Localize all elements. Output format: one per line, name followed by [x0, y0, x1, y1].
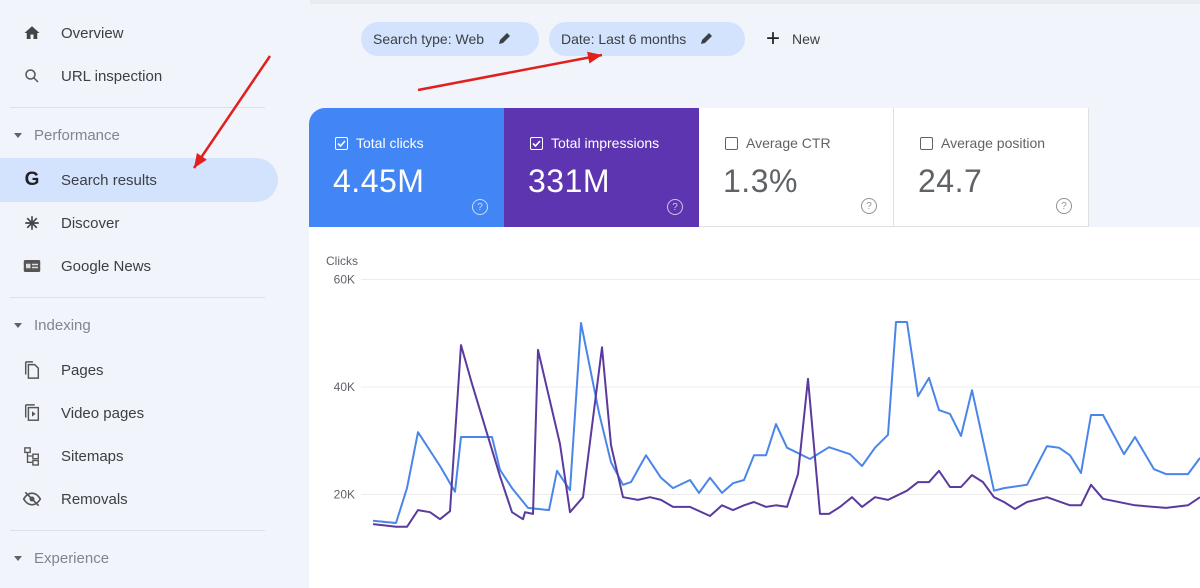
new-filter-button[interactable]: + New: [766, 26, 820, 52]
sitemap-icon: [22, 446, 42, 466]
y-tick-label: 20K: [334, 488, 355, 502]
checkbox-checked-icon[interactable]: [335, 137, 348, 150]
plus-icon: +: [766, 25, 781, 52]
caret-down-icon: [14, 133, 22, 138]
metric-card-average-ctr[interactable]: Average CTR 1.3% ?: [699, 108, 894, 227]
news-icon: [22, 256, 42, 276]
help-icon[interactable]: ?: [667, 199, 683, 215]
metric-value: 4.45M: [333, 163, 425, 199]
y-axis-label: Clicks: [326, 254, 358, 268]
line-chart: Clicks 20K 40K 60K: [326, 254, 1200, 528]
sidebar-item-label: Removals: [61, 490, 128, 508]
search-icon: [22, 66, 42, 86]
sidebar-item-discover[interactable]: Discover: [0, 201, 278, 245]
sidebar-item-video-pages[interactable]: Video pages: [0, 391, 278, 435]
checkbox-unchecked-icon[interactable]: [920, 137, 933, 150]
checkbox-unchecked-icon[interactable]: [725, 137, 738, 150]
performance-chart: Clicks 20K 40K 60K: [309, 227, 1200, 588]
pencil-icon: [701, 33, 713, 44]
section-title: Performance: [34, 127, 120, 144]
section-experience[interactable]: Experience: [14, 550, 109, 567]
y-tick-label: 40K: [334, 380, 355, 394]
asterisk-icon: [22, 213, 42, 233]
sidebar-item-label: Google News: [61, 257, 152, 275]
sidebar-item-google-news[interactable]: Google News: [0, 244, 278, 288]
metric-value: 1.3%: [723, 163, 798, 199]
metric-card-average-position[interactable]: Average position 24.7 ?: [894, 108, 1089, 227]
sidebar-item-label: URL inspection: [61, 67, 163, 85]
google-g-icon: G: [24, 169, 40, 190]
sidebar-divider: [10, 107, 265, 108]
metric-label: Average position: [941, 135, 1046, 151]
caret-down-icon: [14, 556, 22, 561]
sidebar-item-sitemaps[interactable]: Sitemaps: [0, 434, 278, 478]
section-indexing[interactable]: Indexing: [14, 317, 91, 334]
checkbox-checked-icon[interactable]: [530, 137, 543, 150]
section-performance[interactable]: Performance: [14, 127, 120, 144]
sidebar-item-pages[interactable]: Pages: [0, 348, 278, 392]
metric-cards: Total clicks 4.45M ? Total impressions 3…: [309, 108, 1089, 227]
removals-icon: [22, 489, 42, 509]
chip-label: Search type: Web: [373, 31, 485, 47]
help-icon[interactable]: ?: [472, 199, 488, 215]
pages-icon: [22, 360, 42, 380]
metric-card-total-clicks[interactable]: Total clicks 4.45M ?: [309, 108, 504, 227]
sidebar-item-label: Search results: [61, 171, 157, 189]
sidebar-item-overview[interactable]: Overview: [0, 11, 278, 55]
home-icon: [22, 23, 42, 43]
filter-chip-date[interactable]: Date: Last 6 months: [549, 22, 745, 56]
sidebar-item-label: Video pages: [61, 404, 145, 422]
caret-down-icon: [14, 323, 22, 328]
y-tick-label: 60K: [334, 273, 355, 287]
help-icon[interactable]: ?: [1056, 198, 1072, 214]
metric-label: Total clicks: [356, 135, 424, 151]
sidebar-item-label: Pages: [61, 361, 104, 379]
sidebar-item-url-inspection[interactable]: URL inspection: [0, 54, 278, 98]
sidebar-item-removals[interactable]: Removals: [0, 477, 278, 521]
filter-chip-search-type[interactable]: Search type: Web: [361, 22, 539, 56]
series-line-clicks: [372, 321, 1200, 524]
sidebar-item-label: Sitemaps: [61, 447, 124, 465]
metric-card-total-impressions[interactable]: Total impressions 331M ?: [504, 108, 699, 227]
metric-label: Total impressions: [551, 135, 660, 151]
pencil-icon: [499, 33, 511, 44]
section-title: Experience: [34, 550, 110, 567]
annotation-arrow-date-shaft: [417, 53, 603, 92]
header-bar: [310, 0, 1200, 4]
video-pages-icon: [22, 403, 42, 423]
metric-label: Average CTR: [746, 135, 831, 151]
sidebar-divider: [10, 297, 265, 298]
sidebar: Overview URL inspection Performance G Se…: [0, 0, 290, 588]
metric-value: 331M: [528, 163, 611, 199]
series-line-impressions: [372, 344, 1200, 528]
section-title: Indexing: [34, 317, 91, 334]
sidebar-item-label: Overview: [61, 24, 124, 42]
chip-label: Date: Last 6 months: [561, 31, 687, 47]
metric-value: 24.7: [918, 163, 983, 199]
new-filter-label: New: [792, 31, 821, 47]
sidebar-item-search-results[interactable]: G Search results: [0, 158, 278, 202]
sidebar-item-label: Discover: [61, 214, 120, 232]
help-icon[interactable]: ?: [861, 198, 877, 214]
sidebar-divider: [10, 530, 265, 531]
